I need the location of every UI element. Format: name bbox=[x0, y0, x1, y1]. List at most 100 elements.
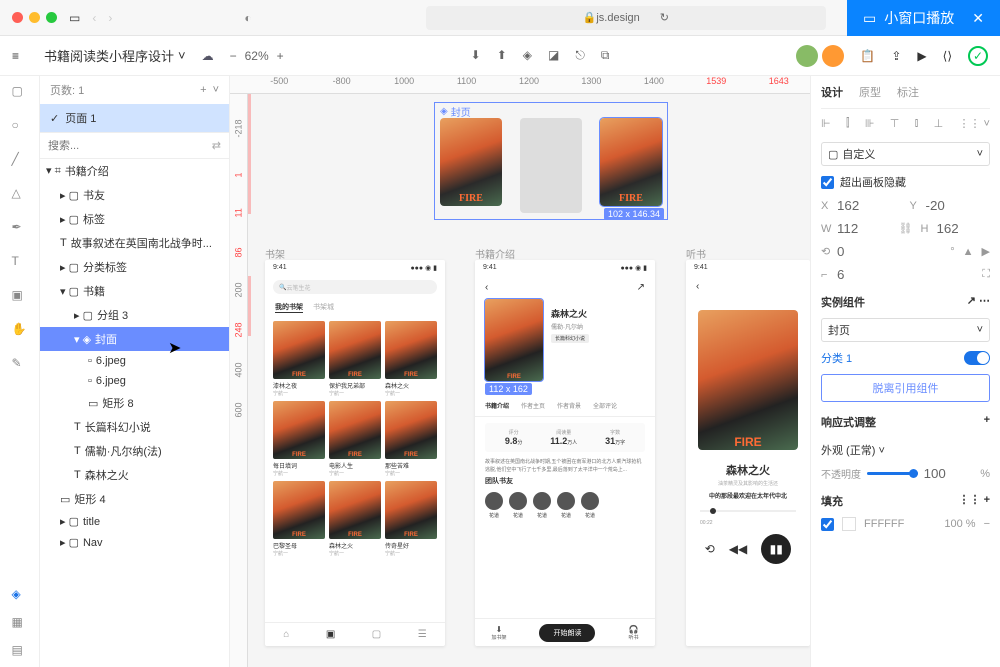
style-icon[interactable]: ⋮⋮ bbox=[959, 494, 981, 506]
add-responsive-icon[interactable]: + bbox=[984, 414, 990, 430]
goto-main-icon[interactable]: ↗ bbox=[967, 295, 976, 307]
y-input[interactable] bbox=[926, 198, 991, 213]
layer-folder-cat-tags[interactable]: ▸ ▢ 分类标签 bbox=[40, 255, 229, 279]
pencil-tool-icon[interactable]: ✎ bbox=[12, 356, 28, 372]
frame-tool-icon[interactable]: ▢ bbox=[12, 84, 28, 100]
fill-color-value[interactable]: FFFFFF bbox=[864, 518, 904, 530]
line-tool-icon[interactable]: ╱ bbox=[12, 152, 28, 168]
layer-image-6a[interactable]: ▫ 6.jpeg bbox=[40, 351, 229, 371]
align-center-v-icon[interactable]: ⫾ bbox=[915, 117, 919, 130]
opacity-input[interactable] bbox=[924, 466, 975, 481]
radius-input[interactable] bbox=[837, 267, 974, 282]
layer-group-books-intro[interactable]: ▾ ⌗ 书籍介绍 bbox=[40, 159, 229, 183]
menu-icon[interactable]: ≡ bbox=[12, 49, 28, 63]
add-fill-icon[interactable]: + bbox=[984, 494, 990, 506]
h-input[interactable] bbox=[936, 221, 990, 236]
frame-preset-dropdown[interactable]: ▢自定义˅ bbox=[821, 142, 990, 166]
rotation-input[interactable] bbox=[837, 244, 946, 259]
url-bar[interactable]: 🔒 js.design ↻ bbox=[426, 6, 826, 30]
collaborator-avatars[interactable] bbox=[796, 45, 844, 67]
text-tool-icon[interactable]: T bbox=[12, 254, 28, 270]
copy-icon[interactable]: ⧉ bbox=[601, 48, 610, 63]
mask-icon[interactable]: ◪ bbox=[548, 48, 559, 63]
zoom-control[interactable]: − 62% + bbox=[230, 49, 284, 63]
layer-image-6b[interactable]: ▫ 6.jpeg bbox=[40, 371, 229, 391]
flip-v-icon[interactable]: ▶ bbox=[982, 245, 990, 258]
flip-h-icon[interactable]: ▲ bbox=[963, 246, 974, 258]
layer-rect-4[interactable]: ▭ 矩形 4 bbox=[40, 487, 229, 511]
avatar[interactable] bbox=[796, 45, 818, 67]
minus-icon[interactable]: − bbox=[230, 49, 237, 63]
pages-header[interactable]: 页数: 1 + ˅ bbox=[40, 76, 229, 104]
import-icon[interactable]: ⬆ bbox=[497, 48, 507, 63]
layer-text-story[interactable]: T 故事叙述在英国南北战争时... bbox=[40, 231, 229, 255]
cloud-icon[interactable]: ☁ bbox=[202, 49, 214, 63]
pen-tool-icon[interactable]: ✒ bbox=[12, 220, 28, 236]
hand-tool-icon[interactable]: ✋ bbox=[12, 322, 28, 338]
remove-fill-icon[interactable]: − bbox=[984, 518, 990, 530]
chevron-down-icon[interactable]: ˅ bbox=[213, 84, 219, 96]
small-window-banner[interactable]: ▭ 小窗口播放 ✕ bbox=[847, 0, 1000, 36]
sidebar-toggle-icon[interactable]: ▭ bbox=[69, 11, 80, 25]
ellipse-tool-icon[interactable]: ○ bbox=[12, 118, 28, 134]
frame-label-intro[interactable]: 书籍介绍 bbox=[475, 246, 515, 261]
overflow-hidden-checkbox[interactable]: 超出画板隐藏 bbox=[821, 170, 990, 194]
fill-enabled-checkbox[interactable] bbox=[821, 518, 834, 531]
close-icon[interactable] bbox=[12, 12, 23, 23]
layer-folder-friends[interactable]: ▸ ▢ 书友 bbox=[40, 183, 229, 207]
artboard-listen[interactable]: 9:41 ‹ FIRE 森林之火 油茶精灵及其影响的生活还 中的那段最欢迎在太年… bbox=[686, 260, 810, 646]
fill-color-chip[interactable] bbox=[842, 517, 856, 531]
layer-text-forest[interactable]: T 森林之火 bbox=[40, 463, 229, 487]
align-center-h-icon[interactable]: ⫿ bbox=[846, 117, 850, 130]
variant-toggle[interactable] bbox=[964, 351, 990, 365]
layer-text-verne[interactable]: T 儒勒·凡尔纳(法) bbox=[40, 439, 229, 463]
maximize-icon[interactable] bbox=[46, 12, 57, 23]
align-right-icon[interactable]: ⊪ bbox=[865, 117, 875, 130]
add-page-icon[interactable]: + bbox=[200, 84, 206, 96]
comments-icon[interactable]: ▤ bbox=[12, 643, 28, 659]
frame-label-bookshelf[interactable]: 书架 bbox=[265, 246, 285, 261]
layer-folder-books[interactable]: ▾ ▢ 书籍 bbox=[40, 279, 229, 303]
component-icon[interactable]: ◈ bbox=[523, 48, 532, 63]
layer-cover-selected[interactable]: ▾ ◈ 封面 bbox=[40, 327, 229, 351]
opacity-slider[interactable] bbox=[867, 472, 918, 475]
layer-folder-title[interactable]: ▸ ▢ title bbox=[40, 511, 229, 532]
play-icon[interactable]: ▶ bbox=[917, 49, 926, 63]
canvas[interactable]: -500-8001000110012001300140015391643 -21… bbox=[230, 76, 810, 667]
plus-icon[interactable]: + bbox=[277, 49, 284, 63]
x-input[interactable] bbox=[837, 198, 902, 213]
tab-design[interactable]: 设计 bbox=[821, 84, 843, 100]
close-icon[interactable]: ✕ bbox=[972, 10, 984, 27]
chevron-left-icon[interactable]: ‹ bbox=[92, 11, 96, 25]
layers-icon[interactable]: ◈ bbox=[12, 587, 28, 603]
minimize-icon[interactable] bbox=[29, 12, 40, 23]
link-icon[interactable]: ⎋ bbox=[575, 48, 585, 63]
component-dropdown[interactable]: 封页˅ bbox=[821, 318, 990, 342]
more-icon[interactable]: ⋯ bbox=[979, 295, 990, 307]
w-input[interactable] bbox=[837, 221, 891, 236]
canvas-group-label[interactable]: ◈ 封页 bbox=[440, 104, 471, 119]
artboard-bookshelf[interactable]: 9:41●●● ◉ ▮ 🔍 云笔生花 我的书架书架城 FIRE漆林之夜宁航一FI… bbox=[265, 260, 445, 646]
frame-label-listen[interactable]: 听书 bbox=[686, 246, 706, 261]
assets-icon[interactable]: ▦ bbox=[12, 615, 28, 631]
code-icon[interactable]: ⟨⟩ bbox=[943, 49, 952, 63]
search-input[interactable] bbox=[48, 140, 206, 152]
layer-search[interactable]: ⇄ bbox=[40, 132, 229, 159]
cover-thumb-3-selected[interactable]: FIREWRECKS A FOREST bbox=[600, 118, 662, 206]
page-item-1[interactable]: ✓ 页面 1 bbox=[40, 104, 229, 132]
align-top-icon[interactable]: ⊤ bbox=[890, 117, 900, 130]
distribute-icon[interactable]: ⋮⋮ ˅ bbox=[959, 117, 990, 130]
link-wh-icon[interactable]: ⛓ bbox=[899, 222, 913, 235]
detach-instance-button[interactable]: 脱离引用组件 bbox=[821, 374, 990, 402]
corner-independent-icon[interactable]: ⛶ bbox=[982, 268, 990, 281]
artboard-book-detail[interactable]: 9:41●●● ◉ ▮ ‹↗ FIRE 森林之火 儒勒·凡尔纳 长篇科幻小说 1… bbox=[475, 260, 655, 646]
cover-thumb-1[interactable]: FIREWRECKS A FOREST bbox=[440, 118, 502, 206]
layer-rect-8[interactable]: ▭ 矩形 8 bbox=[40, 391, 229, 415]
share-icon[interactable]: ⇪ bbox=[891, 49, 901, 63]
align-left-icon[interactable]: ⊩ bbox=[821, 117, 831, 130]
export-icon[interactable]: ⬇ bbox=[471, 48, 481, 63]
layer-folder-tags[interactable]: ▸ ▢ 标签 bbox=[40, 207, 229, 231]
layer-group-3[interactable]: ▸ ▢ 分组 3 bbox=[40, 303, 229, 327]
image-tool-icon[interactable]: ▣ bbox=[12, 288, 28, 304]
refresh-icon[interactable]: ↻ bbox=[660, 11, 669, 24]
